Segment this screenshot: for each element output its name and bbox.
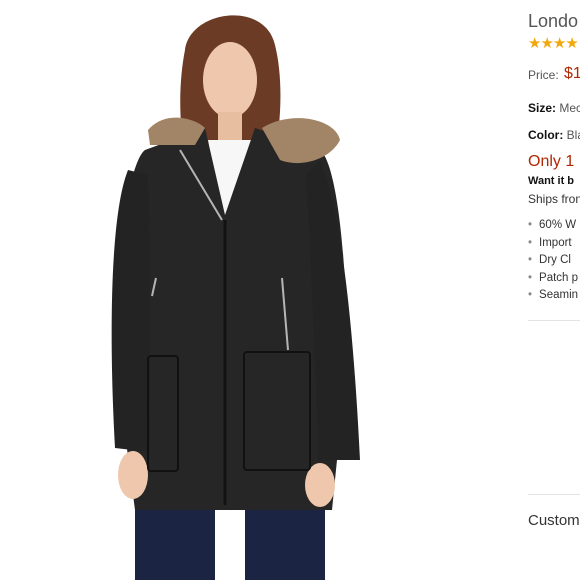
feature-list: 60% W Import Dry Cl Patch p Seamin (528, 219, 578, 307)
price-label: Price: (528, 68, 559, 82)
star-icon[interactable]: ★★★★ (528, 34, 579, 52)
product-title[interactable]: Londo (528, 11, 578, 32)
divider (528, 320, 580, 321)
feature-item: 60% W (528, 219, 578, 237)
price-value: $1 (564, 65, 580, 82)
feature-item: Patch p (528, 272, 578, 290)
divider (528, 494, 580, 495)
product-image[interactable] (0, 0, 515, 580)
feature-item: Seamin (528, 289, 578, 307)
size-value: Mec (559, 101, 580, 115)
color-value: Bla (566, 128, 580, 142)
product-photo-icon (0, 0, 515, 580)
size-label: Size: (528, 101, 557, 115)
color-label: Color: (528, 128, 564, 142)
feature-item: Dry Cl (528, 254, 578, 272)
size-row: Size: Mec (528, 101, 580, 115)
customer-section-label: Custom (528, 512, 580, 529)
color-row: Color: Bla (528, 128, 580, 142)
stock-status: Only 1 (528, 153, 575, 170)
delivery-text: Want it b (528, 175, 575, 187)
shipping-text: Ships fron (528, 192, 580, 206)
product-details-panel: Londo ★★★★ Price: $1 Size: Mec Color: Bl… (520, 0, 580, 580)
feature-item: Import (528, 237, 578, 255)
